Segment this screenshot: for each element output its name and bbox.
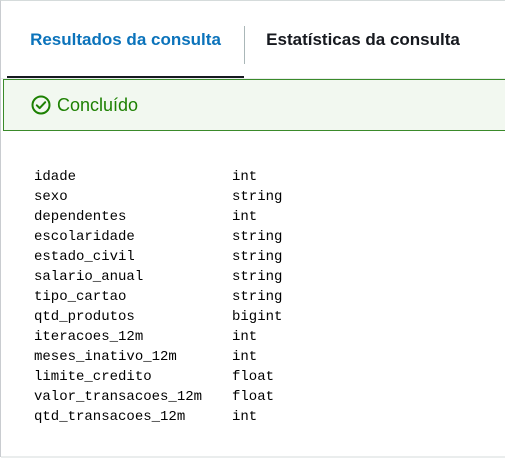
- schema-row: sexo string: [34, 187, 282, 207]
- query-results-panel: Resultados da consulta Estatísticas da c…: [0, 0, 505, 458]
- column-type: int: [232, 209, 258, 225]
- tab-query-stats-label: Estatísticas da consulta: [266, 30, 460, 49]
- schema-list: idade int sexo string dependentes int escolari…: [34, 167, 282, 427]
- column-type: float: [232, 369, 275, 385]
- schema-row: qtd_produtos bigint: [34, 307, 282, 327]
- column-name: qtd_produtos: [34, 309, 135, 325]
- column-type: int: [232, 329, 258, 345]
- column-name: salario_anual: [34, 269, 144, 285]
- column-name: sexo: [34, 189, 68, 205]
- column-type: int: [232, 169, 258, 185]
- column-type: int: [232, 409, 258, 425]
- column-type: bigint: [232, 309, 283, 325]
- status-banner: Concluído: [3, 79, 505, 131]
- schema-row: escolaridade string: [34, 227, 282, 247]
- schema-row: iteracoes_12m int: [34, 327, 282, 347]
- column-type: string: [232, 249, 283, 265]
- schema-row: tipo_cartao string: [34, 287, 282, 307]
- status-text: Concluído: [57, 94, 139, 115]
- schema-row: limite_credito float: [34, 367, 282, 387]
- column-type: float: [232, 389, 275, 405]
- schema-row: estado_civil string: [34, 247, 282, 267]
- schema-row: valor_transacoes_12m float: [34, 387, 282, 407]
- column-name: iteracoes_12m: [34, 329, 144, 345]
- column-name: idade: [34, 169, 77, 185]
- column-name: tipo_cartao: [34, 289, 127, 305]
- tab-bar: Resultados da consulta Estatísticas da c…: [1, 1, 505, 79]
- column-name: estado_civil: [34, 249, 135, 265]
- column-type: string: [232, 269, 283, 285]
- column-name: limite_credito: [34, 369, 152, 385]
- check-circle-icon: [31, 95, 51, 115]
- column-name: meses_inativo_12m: [34, 349, 177, 365]
- schema-row: salario_anual string: [34, 267, 282, 287]
- tab-query-results[interactable]: Resultados da consulta: [7, 1, 244, 79]
- column-name: qtd_transacoes_12m: [34, 409, 186, 425]
- column-name: dependentes: [34, 209, 127, 225]
- column-type: string: [232, 229, 283, 245]
- column-name: escolaridade: [34, 229, 135, 245]
- tab-query-stats[interactable]: Estatísticas da consulta: [245, 1, 481, 79]
- schema-row: qtd_transacoes_12m int: [34, 407, 282, 427]
- column-type: string: [232, 289, 283, 305]
- schema-row: idade int: [34, 167, 282, 187]
- schema-row: meses_inativo_12m int: [34, 347, 282, 367]
- column-type: string: [232, 189, 283, 205]
- column-type: int: [232, 349, 258, 365]
- tab-query-results-label: Resultados da consulta: [30, 30, 221, 49]
- column-name: valor_transacoes_12m: [34, 389, 203, 405]
- schema-row: dependentes int: [34, 207, 282, 227]
